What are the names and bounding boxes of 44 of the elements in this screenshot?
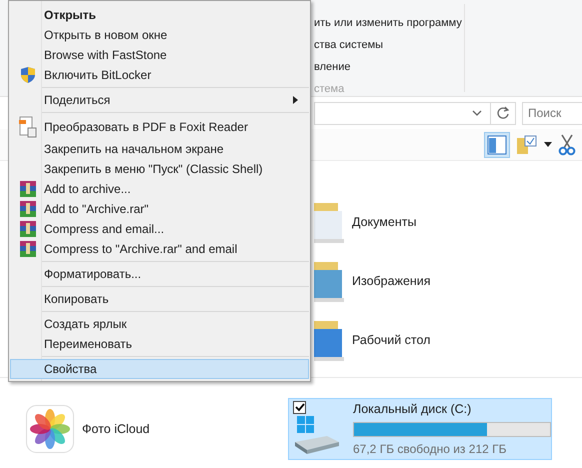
folder-name[interactable]: Рабочий стол — [352, 330, 430, 350]
folder-name[interactable]: Изображения — [352, 272, 431, 290]
ribbon-command[interactable]: ить или изменить программу — [314, 16, 464, 31]
archive-icon — [20, 181, 36, 197]
menu-item[interactable]: Форматировать... — [10, 264, 309, 284]
checkbox[interactable] — [293, 401, 306, 414]
ribbon-command[interactable]: вление — [314, 60, 464, 75]
drive-name: Локальный диск (C:) — [353, 401, 472, 418]
menu-item[interactable]: Compress and email... — [10, 219, 309, 239]
menu-item[interactable]: Включить BitLocker — [10, 65, 309, 85]
submenu-arrow-icon — [293, 96, 298, 104]
menu-item[interactable]: Создать ярлык — [10, 314, 309, 334]
menu-item[interactable]: Переименовать — [10, 334, 309, 354]
folder-name[interactable]: Документы — [352, 212, 416, 232]
group-label: стема — [314, 82, 346, 97]
menu-item[interactable]: Add to archive... — [10, 179, 309, 199]
photos-app-icon — [26, 405, 74, 453]
menu-item[interactable]: Преобразовать в PDF в Foxit Reader — [10, 115, 309, 139]
menu-item[interactable]: Browse with FastStone — [10, 45, 309, 65]
drive-tile[interactable]: Локальный диск (C:) 67,2 ГБ свободно из 212 ГБ — [288, 398, 552, 460]
search-field[interactable]: Поиск — [522, 102, 582, 124]
address-field[interactable] — [314, 102, 516, 124]
refresh-icon[interactable] — [496, 106, 510, 120]
menu-item[interactable]: Открыть — [10, 5, 309, 25]
free-space: 67,2 ГБ свободно из 212 ГБ — [353, 440, 508, 458]
archive-icon — [20, 241, 36, 257]
chevron-down-icon[interactable] — [472, 109, 482, 117]
shield-icon — [20, 66, 36, 84]
menu-item[interactable]: Копировать — [10, 289, 309, 309]
caret-down-icon[interactable] — [544, 142, 552, 147]
scissors-icon[interactable] — [558, 134, 576, 156]
menu-item[interactable]: Compress to "Archive.rar" and email — [10, 239, 309, 259]
menu-item[interactable]: Свойства — [10, 359, 309, 379]
menu-item[interactable]: Открыть в новом окне — [10, 25, 309, 45]
archive-icon — [20, 201, 36, 217]
document-icon — [18, 116, 36, 138]
ribbon-command[interactable]: ства системы — [314, 38, 464, 53]
menu-item[interactable]: Поделиться — [10, 90, 309, 110]
menu-item[interactable]: Закрепить в меню "Пуск" (Classic Shell) — [10, 159, 309, 179]
archive-icon — [20, 221, 36, 237]
app-name: Фото iCloud — [82, 420, 150, 438]
menu-item[interactable]: Add to "Archive.rar" — [10, 199, 309, 219]
folder-check-icon[interactable] — [516, 134, 538, 156]
preview-pane-button[interactable] — [484, 132, 510, 158]
